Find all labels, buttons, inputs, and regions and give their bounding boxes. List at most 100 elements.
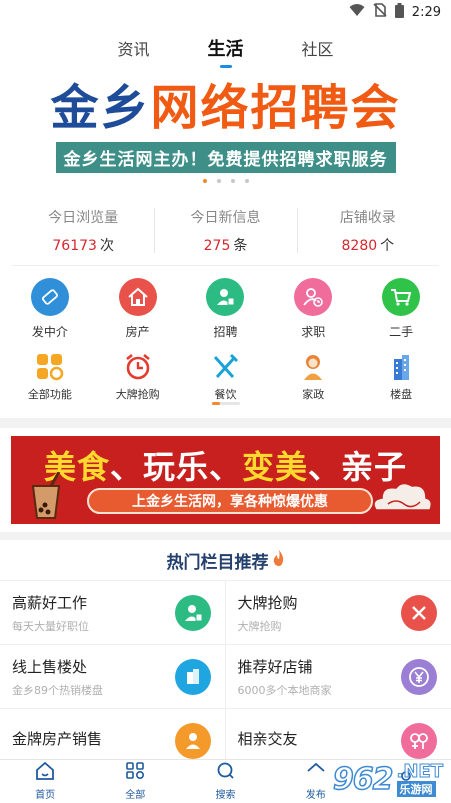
- nav-label: 首页: [35, 790, 56, 801]
- promo-sep: 、: [308, 448, 342, 486]
- hot-section-title: 热门栏目推荐: [0, 540, 451, 580]
- hot-item-desc: 金乡89个热销楼盘: [12, 683, 103, 697]
- nav-all[interactable]: 全部: [90, 760, 180, 803]
- nav-label: 发布: [305, 790, 326, 801]
- hot-item-name: 大牌抢购: [237, 593, 298, 612]
- hot-item-text: 金牌房产销售: [12, 728, 102, 754]
- category-label: 餐饮: [214, 388, 237, 401]
- stat-label: 今日新信息: [190, 209, 261, 226]
- stat-value: 275 条: [204, 235, 248, 255]
- category-agent-post[interactable]: 发中介: [10, 278, 90, 346]
- stats-row: 今日浏览量 76173 次 今日新信息 275 条 店铺收录 8280 个: [12, 196, 439, 266]
- category-label: 全部功能: [27, 388, 72, 401]
- status-bar: 2:29: [0, 0, 451, 24]
- hot-item-desc: 每天大量好职位: [12, 619, 89, 633]
- milk-tea-icon: [23, 471, 73, 524]
- section-divider: [0, 418, 451, 428]
- category-recruit[interactable]: 招聘: [185, 278, 265, 346]
- category-brand-flash-sale[interactable]: 大牌抢购: [98, 352, 178, 410]
- hot-item-name: 线上售楼处: [12, 657, 88, 676]
- grid-icon: [35, 352, 65, 382]
- stat-unit: 次: [99, 237, 114, 254]
- nav-home[interactable]: 首页: [0, 760, 90, 803]
- main-category-grid: 发中介 房产 招聘 求职 二手: [0, 266, 451, 346]
- watermark-right: .NET 乐游网: [396, 760, 444, 797]
- flame-icon: [273, 549, 285, 571]
- sub-category-grid: 全部功能 大牌抢购 餐饮 家政 楼盘: [0, 346, 451, 410]
- hot-item-desc: 6000多个本地商家: [237, 683, 332, 697]
- category-job-seek[interactable]: 求职: [273, 278, 353, 346]
- banner-title-part2: 网络招聘会: [150, 80, 401, 136]
- category-real-estate[interactable]: 楼盘: [361, 352, 441, 410]
- hot-item-online-sales[interactable]: 线上售楼处 金乡89个热销楼盘: [0, 645, 226, 709]
- indicator-thumb: [211, 402, 220, 405]
- category-label: 招聘: [213, 325, 238, 339]
- promo-word: 玩乐: [142, 448, 209, 486]
- category-second-hand[interactable]: 二手: [361, 278, 441, 346]
- tab-news[interactable]: 资讯: [117, 36, 149, 60]
- hot-title-text: 热门栏目推荐: [166, 552, 269, 573]
- promo-banner[interactable]: 美食、玩乐、变美、亲子 上金乡生活网，享各种惊爆优惠: [11, 436, 440, 524]
- house-icon: [118, 278, 157, 316]
- hot-grid: 高薪好工作 每天大量好职位 大牌抢购 大牌抢购 线上售楼处 金乡89个热销楼盘 …: [0, 580, 451, 773]
- recruit-banner[interactable]: 金乡网络招聘会 金乡生活网主办！免费提供招聘求职服务: [0, 72, 451, 190]
- banner-dot[interactable]: [216, 179, 221, 183]
- hot-item-name: 推荐好店铺: [237, 657, 313, 676]
- search-icon: [216, 762, 236, 784]
- recruit-user-icon: [174, 594, 211, 631]
- recruit-user-icon: [206, 278, 245, 316]
- watermark-cn: 乐游网: [396, 780, 436, 797]
- banner-dot[interactable]: [202, 179, 207, 183]
- banner-subtitle: 金乡生活网主办！免费提供招聘求职服务: [55, 142, 396, 173]
- hot-item-text: 大牌抢购 大牌抢购: [238, 592, 298, 634]
- stat-shops: 店铺收录 8280 个: [296, 196, 439, 265]
- category-label: 发中介: [31, 325, 68, 339]
- tab-life[interactable]: 生活: [208, 35, 244, 61]
- yen-icon: [401, 658, 437, 695]
- nav-search[interactable]: 搜索: [180, 760, 270, 803]
- stat-views: 今日浏览量 76173 次: [12, 196, 154, 265]
- no-sim-icon: [373, 3, 387, 21]
- hot-item-text: 推荐好店铺 6000多个本地商家: [238, 656, 332, 698]
- battery-icon: [394, 2, 404, 22]
- promo-sep: 、: [109, 448, 143, 486]
- status-time: 2:29: [411, 4, 441, 20]
- banner-pagination: [202, 179, 249, 183]
- stat-number: 275: [203, 237, 231, 254]
- category-housekeeping[interactable]: 家政: [273, 352, 353, 410]
- job-seeker-icon: [294, 278, 333, 316]
- stat-value: 8280 个: [342, 235, 395, 255]
- category-housing[interactable]: 房产: [98, 278, 178, 346]
- banner-dot[interactable]: [244, 179, 249, 183]
- couple-icon: [401, 722, 437, 759]
- banner-dot[interactable]: [230, 179, 235, 183]
- category-label: 家政: [302, 388, 325, 401]
- stat-unit: 个: [380, 237, 395, 254]
- alarm-clock-icon: [123, 352, 153, 382]
- hot-item-flash-sale[interactable]: 大牌抢购 大牌抢购: [225, 581, 451, 645]
- stat-label: 店铺收录: [339, 209, 396, 226]
- building-icon: [386, 352, 416, 382]
- stat-number: 76173: [52, 237, 97, 254]
- indicator-track: [211, 402, 240, 405]
- promo-pill: 上金乡生活网，享各种惊爆优惠: [87, 488, 373, 514]
- tab-community[interactable]: 社区: [302, 36, 334, 60]
- hot-item-name: 相亲交友: [237, 729, 298, 748]
- housekeeper-icon: [298, 352, 328, 382]
- stat-value: 76173 次: [52, 235, 114, 255]
- category-all-functions[interactable]: 全部功能: [10, 352, 90, 410]
- hot-item-shops[interactable]: 推荐好店铺 6000多个本地商家: [225, 645, 451, 709]
- cart-icon: [382, 278, 421, 316]
- hot-item-jobs[interactable]: 高薪好工作 每天大量好职位: [0, 581, 226, 645]
- watermark-number: 962: [332, 761, 394, 798]
- watermark-net: .NET: [396, 760, 443, 782]
- pencil-icon: [30, 278, 69, 316]
- hot-item-text: 线上售楼处 金乡89个热销楼盘: [12, 656, 103, 698]
- fork-knife-icon: [210, 352, 240, 382]
- nav-label: 全部: [125, 790, 146, 801]
- category-label: 求职: [301, 325, 326, 339]
- hot-item-text: 高薪好工作 每天大量好职位: [12, 592, 89, 634]
- building-icon: [174, 658, 211, 695]
- promo-sep: 、: [208, 448, 242, 486]
- wifi-icon: [349, 3, 365, 21]
